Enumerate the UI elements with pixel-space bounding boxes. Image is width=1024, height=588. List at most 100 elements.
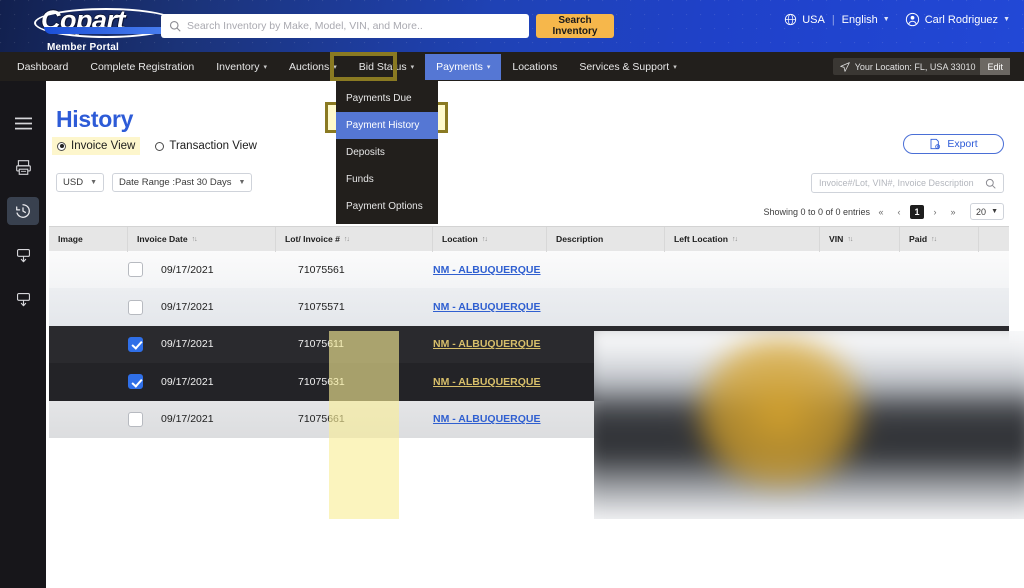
language-label: English — [841, 13, 878, 26]
export-button[interactable]: Export — [903, 134, 1004, 154]
global-search[interactable] — [161, 14, 529, 38]
nav-item-inventory[interactable]: Inventory ▾ — [205, 54, 278, 80]
row-location-link[interactable]: NM - ALBUQUERQUE — [433, 376, 541, 388]
sidebar-item-deposits[interactable] — [7, 241, 39, 269]
nav-item-locations[interactable]: Locations — [501, 54, 568, 80]
row-image-cell — [49, 288, 128, 325]
row-location-link[interactable]: NM - ALBUQUERQUE — [433, 338, 541, 350]
nav-item-bid-status[interactable]: Bid Status ▾ — [348, 54, 425, 80]
row-lot-cell: 71075561 — [276, 251, 433, 288]
row-location-link[interactable]: NM - ALBUQUERQUE — [433, 264, 541, 276]
row-location-link[interactable]: NM - ALBUQUERQUE — [433, 413, 541, 425]
table-row[interactable]: 09/17/2021 71075561 NM - ALBUQUERQUE — [49, 251, 1009, 289]
row-date: 09/17/2021 — [161, 338, 214, 351]
country-selector[interactable]: USA — [784, 13, 825, 26]
edit-location-button[interactable]: Edit — [980, 58, 1010, 75]
sidebar-item-menu[interactable] — [7, 109, 39, 137]
nav-item-payments[interactable]: Payments ▾ — [425, 53, 502, 80]
col-vin[interactable]: VIN ↑↓ — [820, 226, 900, 252]
row-lot-cell: 71075611 — [276, 326, 433, 363]
sidebar-item-invoices[interactable] — [7, 153, 39, 181]
nav-item-services-support[interactable]: Services & Support ▾ — [568, 54, 687, 80]
page-next-button[interactable]: › — [928, 205, 942, 219]
row-date-cell: 09/17/2021 — [128, 288, 276, 325]
radio-dot-icon — [155, 141, 165, 151]
user-circle-icon — [905, 12, 919, 27]
sort-arrows-icon: ↑↓ — [931, 235, 937, 243]
location-text: Your Location: FL, USA 33010 — [854, 61, 976, 72]
table-search-input[interactable] — [819, 178, 985, 188]
row-date: 09/17/2021 — [161, 301, 214, 314]
nav-label: Bid Status — [358, 60, 407, 73]
row-checkbox[interactable] — [128, 336, 143, 352]
dropdown-item-payments-due[interactable]: Payments Due — [336, 85, 438, 112]
col-paid[interactable]: Paid ↑↓ — [900, 226, 979, 252]
funds-bank-icon — [16, 292, 30, 306]
row-location-cell: NM - ALBUQUERQUE — [433, 251, 547, 288]
page-current-button[interactable]: 1 — [910, 204, 925, 219]
row-date: 09/17/2021 — [161, 375, 214, 388]
brand-logo[interactable]: Copart Member Portal — [8, 5, 178, 53]
col-description[interactable]: Description — [547, 226, 665, 252]
row-checkbox[interactable] — [128, 374, 143, 390]
top-header: Copart Member Portal Search Inventory US… — [0, 0, 1024, 53]
page-first-button[interactable]: « — [874, 205, 888, 219]
page-size-select[interactable]: 20 ▼ — [970, 203, 1004, 220]
nav-item-auctions[interactable]: Auctions ▾ — [278, 54, 348, 80]
table-search[interactable] — [811, 173, 1004, 193]
sort-arrows-icon: ↑↓ — [343, 235, 350, 243]
location-arrow-icon — [839, 61, 850, 72]
page-title: History — [56, 106, 134, 132]
pagination-summary: Showing 0 to 0 of 0 entries — [763, 206, 871, 217]
chevron-down-icon: ▼ — [882, 16, 890, 23]
col-image[interactable]: Image — [49, 226, 128, 252]
filter-group: USD ▼ Date Range :Past 30 Days ▼ — [56, 173, 253, 192]
nav-label: Complete Registration — [90, 60, 195, 73]
row-checkbox[interactable] — [128, 262, 143, 278]
sidebar-item-history[interactable] — [7, 197, 39, 225]
nav-label: Inventory — [216, 60, 260, 73]
chevron-down-icon: ▾ — [486, 63, 491, 71]
currency-select[interactable]: USD ▼ — [56, 173, 104, 192]
currency-value: USD — [63, 177, 84, 188]
row-location-link[interactable]: NM - ALBUQUERQUE — [433, 301, 541, 313]
table-row[interactable]: 09/17/2021 71075571 NM - ALBUQUERQUE — [49, 288, 1009, 326]
user-menu[interactable]: Carl Rodriguez ▼ — [905, 12, 1010, 27]
brand-logo-text: Copart — [32, 5, 178, 38]
nav-label: Auctions — [288, 60, 330, 73]
nav-item-complete-registration[interactable]: Complete Registration — [79, 54, 205, 80]
page-last-button[interactable]: » — [946, 205, 960, 219]
col-left-location[interactable]: Left Location ↑↓ — [665, 226, 820, 252]
radio-transaction-view[interactable]: Transaction View — [150, 137, 262, 155]
table-header-row: Image Invoice Date ↑↓ Lot/ Invoice # ↑↓ … — [49, 226, 1009, 252]
radio-dot-icon — [57, 141, 66, 151]
dropdown-item-deposits[interactable]: Deposits — [336, 139, 438, 166]
globe-icon — [785, 13, 797, 26]
sort-arrows-icon: ↑↓ — [731, 235, 738, 243]
row-checkbox[interactable] — [128, 411, 143, 427]
country-label: USA — [802, 13, 825, 26]
search-input[interactable] — [187, 20, 521, 32]
radio-invoice-view[interactable]: Invoice View — [52, 137, 141, 155]
nav-item-dashboard[interactable]: Dashboard — [6, 54, 79, 80]
nav-label: Locations — [512, 60, 558, 73]
col-invoice-date[interactable]: Invoice Date ↑↓ — [128, 226, 276, 252]
dropdown-item-funds[interactable]: Funds — [336, 166, 438, 193]
row-location-cell: NM - ALBUQUERQUE — [433, 288, 547, 325]
col-lot-invoice[interactable]: Lot/ Invoice # ↑↓ — [276, 226, 433, 252]
dropdown-item-payment-history[interactable]: Payment History — [336, 112, 438, 139]
row-location-cell: NM - ALBUQUERQUE — [433, 326, 547, 363]
col-location[interactable]: Location ↑↓ — [433, 226, 547, 252]
sidebar-item-funds[interactable] — [7, 285, 39, 313]
redacted-columns-region — [594, 331, 1024, 519]
page-prev-button[interactable]: ‹ — [892, 205, 906, 219]
row-lot: 71075611 — [298, 338, 344, 351]
dropdown-item-payment-options[interactable]: Payment Options — [336, 193, 438, 220]
row-checkbox[interactable] — [128, 299, 143, 315]
search-inventory-button[interactable]: Search Inventory — [536, 14, 614, 38]
your-location-chip[interactable]: Your Location: FL, USA 33010 Edit — [832, 58, 1010, 75]
language-selector[interactable]: English ▼ — [842, 14, 890, 26]
header-separator: | — [831, 13, 835, 26]
date-range-select[interactable]: Date Range :Past 30 Days ▼ — [112, 173, 253, 192]
export-label: Export — [947, 138, 978, 150]
